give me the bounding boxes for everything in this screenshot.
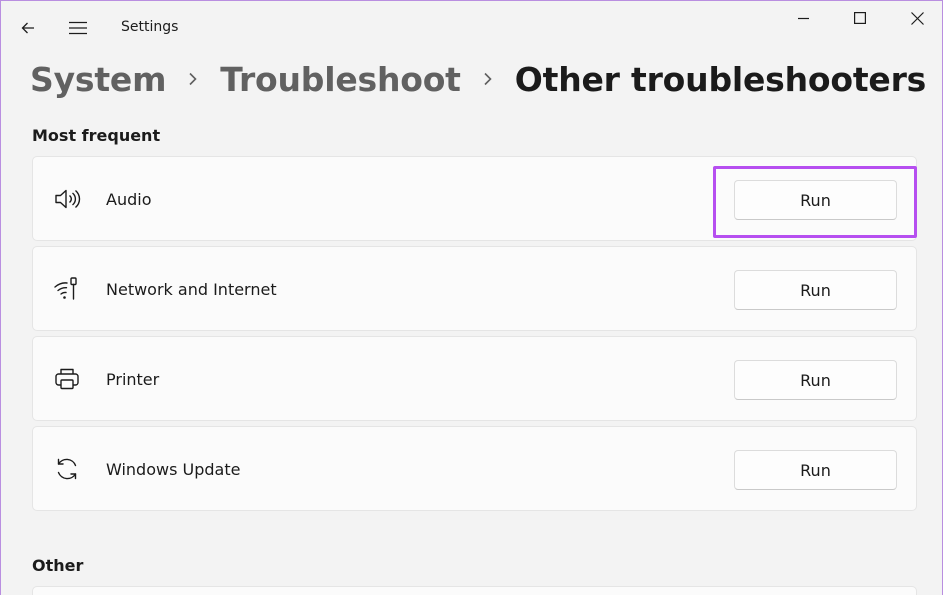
minimize-button[interactable] bbox=[781, 5, 827, 31]
speaker-icon bbox=[53, 185, 81, 213]
wifi-icon bbox=[53, 275, 81, 303]
troubleshooter-name: Windows Update bbox=[106, 460, 241, 479]
troubleshooter-card-windows-update: Windows Update Run bbox=[32, 426, 917, 511]
troubleshooter-card-audio: Audio Run bbox=[32, 156, 917, 241]
back-arrow-icon bbox=[21, 22, 34, 34]
troubleshooter-card-network: Network and Internet Run bbox=[32, 246, 917, 331]
troubleshooter-card-printer: Printer Run bbox=[32, 336, 917, 421]
hamburger-icon bbox=[69, 21, 87, 35]
sync-icon bbox=[53, 455, 81, 483]
page-title: Other troubleshooters bbox=[514, 59, 927, 99]
troubleshooter-card-partial bbox=[32, 586, 917, 595]
maximize-icon bbox=[854, 12, 866, 24]
breadcrumb-item-system[interactable]: System bbox=[30, 60, 166, 99]
run-audio-button[interactable]: Run bbox=[734, 180, 897, 220]
close-icon bbox=[910, 11, 924, 25]
troubleshooter-name: Network and Internet bbox=[106, 280, 277, 299]
settings-window: Settings System Troubleshoot Other troub… bbox=[1, 1, 942, 595]
chevron-right-icon bbox=[461, 72, 515, 86]
title-bar: Settings bbox=[1, 1, 942, 53]
section-heading-most-frequent: Most frequent bbox=[32, 126, 161, 145]
navigation-menu-button[interactable] bbox=[61, 13, 95, 43]
printer-icon bbox=[53, 365, 81, 393]
troubleshooter-name: Printer bbox=[106, 370, 160, 389]
window-title: Settings bbox=[121, 19, 179, 35]
breadcrumb: System Troubleshoot Other troubleshooter… bbox=[30, 57, 926, 101]
run-printer-button[interactable]: Run bbox=[734, 360, 897, 400]
chevron-right-icon bbox=[166, 72, 220, 86]
minimize-icon bbox=[798, 17, 809, 20]
close-button[interactable] bbox=[894, 5, 940, 31]
maximize-button[interactable] bbox=[837, 5, 883, 31]
troubleshooter-name: Audio bbox=[106, 190, 152, 209]
breadcrumb-item-troubleshoot[interactable]: Troubleshoot bbox=[220, 60, 461, 99]
section-heading-other: Other bbox=[32, 556, 84, 575]
run-windows-update-button[interactable]: Run bbox=[734, 450, 897, 490]
run-network-button[interactable]: Run bbox=[734, 270, 897, 310]
back-button[interactable] bbox=[11, 13, 45, 43]
